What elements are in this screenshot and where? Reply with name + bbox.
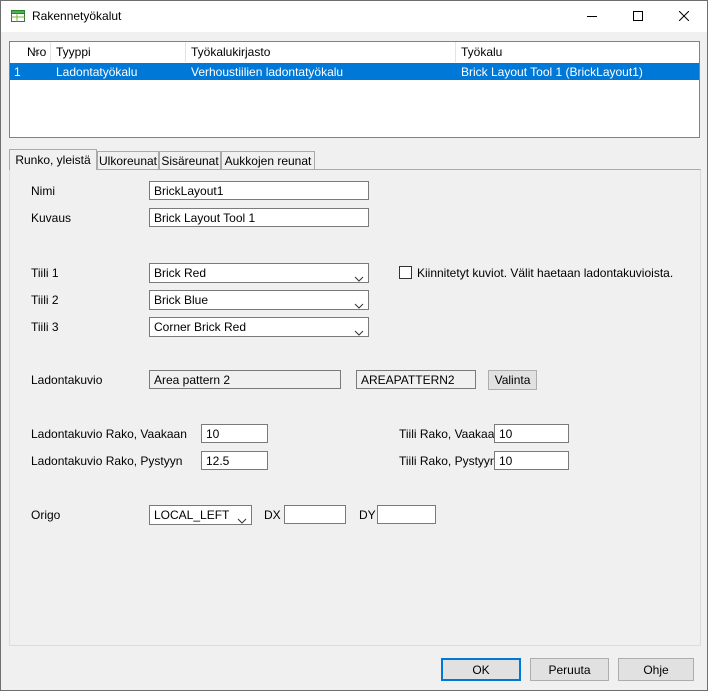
table-header: Nro Tyyppi Työkalukirjasto Työkalu	[10, 42, 699, 64]
dialog-window: Rakennetyökalut Nro	[0, 0, 708, 691]
tiili-rako-pystyyn-input[interactable]	[494, 451, 569, 470]
dx-label: DX	[264, 508, 281, 522]
cell-tyokalukirjasto: Verhoustiilien ladontatyökalu	[186, 63, 461, 80]
tiili3-combo[interactable]: Corner Brick Red	[149, 317, 369, 337]
rako-vaakaan-label: Ladontakuvio Rako, Vaakaan	[31, 427, 187, 441]
window-titlebar: Rakennetyökalut	[1, 1, 707, 32]
maximize-button[interactable]	[615, 1, 661, 32]
tab-runko-yleista[interactable]: Runko, yleistä	[9, 149, 97, 170]
peruuta-button[interactable]: Peruuta	[530, 658, 609, 681]
fixed-patterns-checkbox[interactable]	[399, 266, 412, 279]
tiili2-combo-value: Brick Blue	[154, 293, 208, 307]
minimize-button[interactable]	[569, 1, 615, 32]
tab-aukkojen-reunat[interactable]: Aukkojen reunat	[221, 151, 315, 170]
origo-combo-value: LOCAL_LEFT	[154, 508, 229, 522]
tiili-rako-pystyyn-label: Tiili Rako, Pystyyn	[399, 454, 497, 468]
tiili1-combo-value: Brick Red	[154, 266, 206, 280]
column-header-tyokalukirjasto[interactable]: Työkalukirjasto	[186, 42, 456, 62]
column-header-nro[interactable]: Nro	[10, 42, 51, 62]
kuvaus-input[interactable]	[149, 208, 369, 227]
chevron-down-icon	[354, 271, 364, 283]
dy-input[interactable]	[377, 505, 436, 524]
table-row[interactable]: 1 Ladontatyökalu Verhoustiilien ladontat…	[10, 63, 699, 80]
ladontakuvio-label: Ladontakuvio	[31, 373, 102, 387]
sort-ascending-icon	[32, 44, 40, 58]
tiili1-label: Tiili 1	[31, 266, 59, 280]
pattern-code-field[interactable]: AREAPATTERN2	[356, 370, 476, 389]
tiili-rako-vaakaan-input[interactable]	[494, 424, 569, 443]
minimize-icon	[587, 10, 597, 24]
origo-label: Origo	[31, 508, 60, 522]
tiili3-combo-value: Corner Brick Red	[154, 320, 246, 334]
tab-sisareunat[interactable]: Sisäreunat	[159, 151, 221, 170]
chevron-down-icon	[237, 513, 247, 525]
tiili1-combo[interactable]: Brick Red	[149, 263, 369, 283]
tab-ulkoreunat[interactable]: Ulkoreunat	[97, 151, 159, 170]
app-icon	[10, 8, 26, 24]
column-header-tyokalu[interactable]: Työkalu	[456, 42, 699, 62]
tiili2-combo[interactable]: Brick Blue	[149, 290, 369, 310]
valinta-button[interactable]: Valinta	[488, 370, 537, 390]
nimi-label: Nimi	[31, 184, 55, 198]
cell-tyyppi: Ladontatyökalu	[51, 63, 191, 80]
origo-combo[interactable]: LOCAL_LEFT	[149, 505, 252, 525]
dx-input[interactable]	[284, 505, 346, 524]
rako-pystyyn-input[interactable]	[201, 451, 268, 470]
column-header-tyyppi[interactable]: Tyyppi	[51, 42, 186, 62]
chevron-down-icon	[354, 298, 364, 310]
tab-page	[9, 169, 701, 646]
tiili3-label: Tiili 3	[31, 320, 59, 334]
chevron-down-icon	[354, 325, 364, 337]
ohje-button[interactable]: Ohje	[618, 658, 694, 681]
nimi-input[interactable]	[149, 181, 369, 200]
tools-table: Nro Tyyppi Työkalukirjasto Työkalu 1 Lad…	[9, 41, 700, 138]
fixed-patterns-checkbox-label: Kiinnitetyt kuviot. Välit haetaan ladont…	[417, 266, 673, 280]
window-title: Rakennetyökalut	[32, 9, 121, 23]
cell-tyokalu: Brick Layout Tool 1 (BrickLayout1)	[456, 63, 704, 80]
cell-nro: 1	[10, 63, 55, 80]
rako-vaakaan-input[interactable]	[201, 424, 268, 443]
maximize-icon	[633, 10, 643, 24]
pattern-name-field[interactable]: Area pattern 2	[149, 370, 341, 389]
close-button[interactable]	[661, 1, 707, 32]
kuvaus-label: Kuvaus	[31, 211, 71, 225]
dy-label: DY	[359, 508, 376, 522]
close-icon	[679, 10, 689, 24]
tiili-rako-vaakaan-label: Tiili Rako, Vaakaan	[399, 427, 501, 441]
tiili2-label: Tiili 2	[31, 293, 59, 307]
rako-pystyyn-label: Ladontakuvio Rako, Pystyyn	[31, 454, 182, 468]
ok-button[interactable]: OK	[441, 658, 521, 681]
